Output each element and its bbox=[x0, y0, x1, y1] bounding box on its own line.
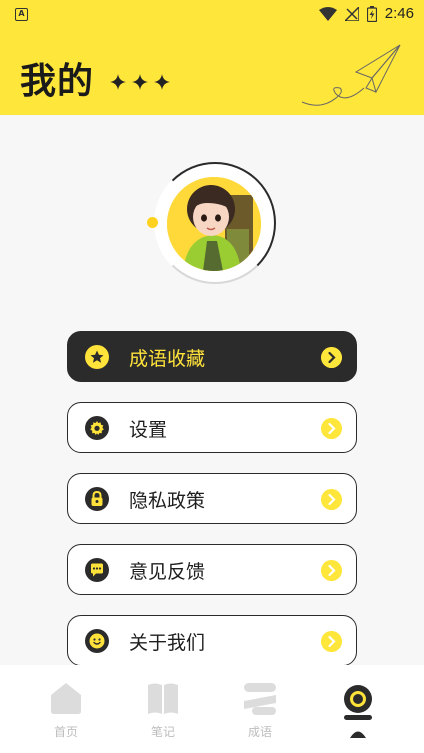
menu-item-label: 成语收藏 bbox=[129, 348, 206, 370]
tab-home[interactable]: 首页 bbox=[13, 665, 119, 753]
app-notification-icon: A bbox=[15, 8, 28, 21]
menu-item-label: 隐私政策 bbox=[129, 490, 206, 512]
menu-item-label: 意见反馈 bbox=[129, 561, 206, 583]
tab-label: 成语 bbox=[247, 725, 272, 739]
chevron-right-icon bbox=[321, 418, 342, 439]
header: 我的 bbox=[0, 30, 424, 115]
menu-item-label: 关于我们 bbox=[129, 632, 206, 654]
menu-item-settings[interactable]: 设置 bbox=[67, 402, 357, 453]
sparkle-icon bbox=[110, 74, 126, 90]
tab-profile[interactable] bbox=[305, 665, 411, 753]
tab-idioms[interactable]: 成语 bbox=[207, 665, 313, 753]
gear-icon bbox=[85, 416, 109, 440]
status-time: 2:46 bbox=[384, 5, 414, 22]
tab-label: 笔记 bbox=[150, 725, 175, 739]
menu-item-privacy-policy[interactable]: 隐私政策 bbox=[67, 473, 357, 524]
page-title: 我的 bbox=[20, 61, 95, 102]
avatar-dot bbox=[147, 217, 158, 228]
avatar[interactable] bbox=[167, 177, 261, 271]
lock-icon bbox=[85, 487, 109, 511]
status-icons: 2:46 bbox=[318, 5, 414, 22]
sparkle-icon bbox=[154, 74, 170, 90]
menu-item-feedback[interactable]: 意见反馈 bbox=[67, 544, 357, 595]
chevron-right-icon bbox=[321, 489, 342, 510]
chevron-right-icon bbox=[321, 631, 342, 652]
chat-bubble-icon bbox=[85, 558, 109, 582]
wifi-icon bbox=[318, 6, 337, 21]
tab-label: 首页 bbox=[53, 725, 78, 739]
chevron-right-icon bbox=[321, 560, 342, 581]
home-icon bbox=[51, 683, 81, 714]
battery-charging-icon bbox=[366, 5, 377, 22]
menu-item-idiom-favorites[interactable]: 成语收藏 bbox=[67, 331, 357, 382]
sparkle-icon bbox=[132, 74, 148, 90]
tab-notes[interactable]: 笔记 bbox=[110, 665, 216, 753]
status-bar: A 2:46 bbox=[0, 0, 424, 30]
menu-item-about-us[interactable]: 关于我们 bbox=[67, 615, 357, 666]
book-icon bbox=[148, 683, 178, 714]
smiley-icon bbox=[85, 629, 109, 653]
no-signal-icon bbox=[344, 6, 359, 21]
menu-item-label: 设置 bbox=[129, 419, 168, 441]
paper-plane-icon bbox=[301, 44, 401, 106]
bottom-tab-bar: 首页 笔记 成语 bbox=[0, 665, 424, 753]
profile-icon bbox=[344, 685, 372, 738]
idiom-icon bbox=[244, 683, 276, 715]
decorative-stars bbox=[108, 72, 172, 92]
chevron-right-icon bbox=[321, 347, 342, 368]
avatar-illustration bbox=[167, 177, 261, 271]
star-icon bbox=[85, 345, 109, 369]
